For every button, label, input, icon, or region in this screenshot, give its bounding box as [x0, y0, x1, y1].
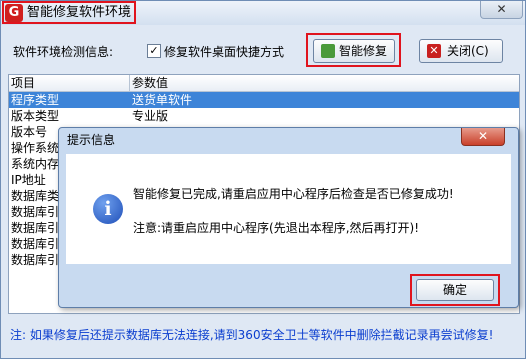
title-highlight-box — [2, 1, 136, 24]
info-icon: i — [93, 194, 123, 224]
repair-shortcut-checkbox-label[interactable]: 修复软件桌面快捷方式 — [164, 44, 284, 60]
smart-repair-label: 智能修复 — [339, 44, 388, 58]
prompt-dialog: 提示信息 ✕ i 智能修复已完成,请重启应用中心程序后检查是否已修复成功! 注意… — [58, 127, 519, 308]
repair-shortcut-checkbox[interactable]: ✓ — [147, 44, 161, 58]
table-cell-value: 送货单软件 — [132, 93, 193, 107]
dialog-message: 智能修复已完成,请重启应用中心程序后检查是否已修复成功! — [133, 187, 454, 201]
footer-note: 注: 如果修复后还提示数据库无法连接,请到360安全卫士等软件中删除拦截记录再尝… — [10, 328, 494, 342]
column-divider[interactable] — [129, 75, 130, 91]
column-header-value[interactable]: 参数值 — [132, 76, 168, 90]
close-icon: ✕ — [427, 44, 441, 58]
smart-repair-button[interactable]: 智能修复 — [313, 39, 395, 63]
dialog-title: 提示信息 — [67, 133, 116, 147]
close-button-label: 关闭(C) — [447, 44, 489, 58]
ok-button[interactable]: 确定 — [416, 279, 494, 301]
detect-info-label: 软件环境检测信息: — [13, 45, 114, 59]
title-bar: G 智能修复软件环境 ✕ — [1, 1, 525, 25]
dialog-close-button[interactable]: ✕ — [461, 128, 505, 146]
close-button[interactable]: ✕ 关闭(C) — [419, 39, 503, 63]
table-cell-item: 程序类型 — [11, 93, 60, 107]
table-header: 项目 参数值 — [9, 75, 519, 92]
table-row[interactable]: 程序类型 送货单软件 — [9, 92, 519, 108]
table-cell-item: 版本类型 — [11, 109, 60, 123]
window-close-button[interactable]: ✕ — [480, 1, 523, 19]
table-row[interactable]: 版本类型 专业版 — [9, 108, 519, 124]
dialog-note: 注意:请重启应用中心程序(先退出本程序,然后再打开)! — [133, 221, 420, 235]
dialog-body: i 智能修复已完成,请重启应用中心程序后检查是否已修复成功! 注意:请重启应用中… — [66, 154, 511, 264]
table-cell-value: 专业版 — [132, 109, 169, 123]
repair-icon — [321, 44, 335, 58]
column-header-item[interactable]: 项目 — [11, 76, 35, 90]
